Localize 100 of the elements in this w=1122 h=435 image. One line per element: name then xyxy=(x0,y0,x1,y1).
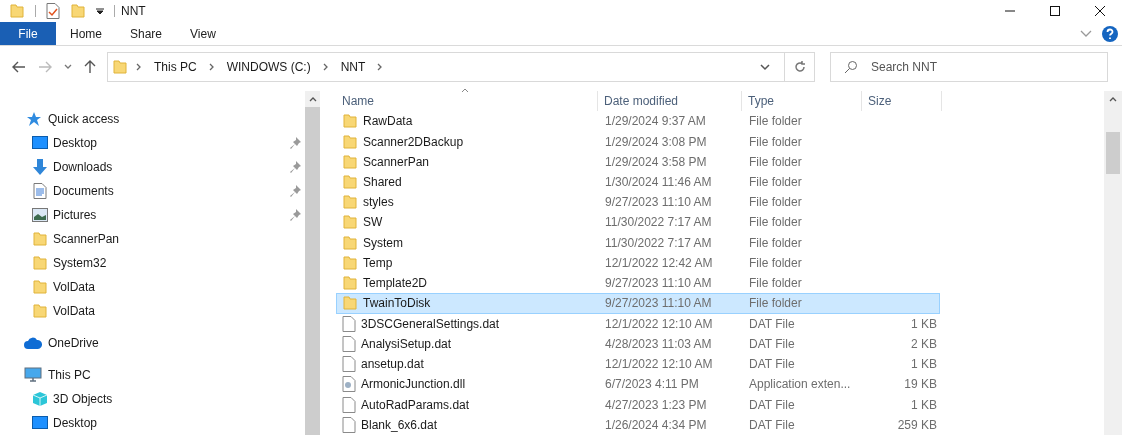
file-row[interactable]: Shared 1/30/2024 11:46 AM File folder xyxy=(336,171,940,193)
chevron-right-icon[interactable] xyxy=(208,63,215,71)
file-row[interactable]: Template2D 9/27/2023 11:10 AM File folder xyxy=(336,273,940,294)
chevron-up-icon[interactable] xyxy=(1109,97,1117,102)
checklist-icon[interactable] xyxy=(46,3,60,19)
pin-icon[interactable] xyxy=(289,161,301,173)
pictures-icon xyxy=(32,208,48,222)
ribbon-tab[interactable]: Home xyxy=(56,22,116,45)
chevron-right-icon[interactable] xyxy=(136,63,142,71)
chevron-up-icon[interactable] xyxy=(308,96,317,102)
date-cell-text: 12/1/2022 12:42 AM xyxy=(604,254,714,272)
date-cell-text: 12/1/2022 12:10 AM xyxy=(604,356,714,374)
folder-icon xyxy=(32,255,48,271)
chevron-down-icon[interactable] xyxy=(64,64,72,70)
date-cell-text: 4/27/2023 1:23 PM xyxy=(604,396,708,414)
type-cell-text: DAT File xyxy=(748,356,796,374)
sidebar-item[interactable]: ScannerPan xyxy=(0,227,305,251)
column-header[interactable]: Name xyxy=(336,91,598,112)
folder-icon xyxy=(32,231,48,247)
file-name: TwainToDisk xyxy=(363,295,431,313)
sidebar-item[interactable]: VolData xyxy=(0,299,305,323)
folder-icon xyxy=(9,3,25,19)
sidebar-item[interactable]: Desktop xyxy=(0,131,305,155)
refresh-icon[interactable] xyxy=(793,61,806,73)
chevron-right-icon[interactable] xyxy=(322,63,329,71)
type-cell-text: Application exten... xyxy=(748,376,852,394)
file-name: Template2D xyxy=(363,275,428,293)
file-row[interactable]: AnalysiSetup.dat 4/28/2023 11:03 AM DAT File 2 KB xyxy=(336,333,940,354)
breadcrumb-link[interactable]: WINDOWS (C:) xyxy=(226,58,311,76)
breadcrumb-link[interactable]: NNT xyxy=(340,58,366,76)
file-row[interactable]: ArmonicJunction.dll 6/7/2023 4:11 PM Application exten... 19 KB xyxy=(336,374,940,395)
column-header[interactable]: Size xyxy=(862,91,942,112)
type-cell-text: File folder xyxy=(748,113,803,131)
folder-icon xyxy=(342,275,358,292)
pin-icon[interactable] xyxy=(289,209,301,221)
ribbon-tab[interactable]: Share xyxy=(116,22,177,45)
sidebar-item[interactable]: OneDrive xyxy=(0,331,305,355)
breadcrumb-link[interactable]: This PC xyxy=(154,58,197,76)
sidebar-item[interactable]: System32 xyxy=(0,251,305,275)
help-icon[interactable] xyxy=(1102,25,1118,42)
scrollbar[interactable] xyxy=(1104,91,1122,435)
chevron-down-icon[interactable] xyxy=(760,63,770,71)
up-arrow-icon[interactable] xyxy=(84,60,96,74)
sidebar-item[interactable]: Pictures xyxy=(0,203,305,227)
file-row[interactable]: styles 9/27/2023 11:10 AM File folder xyxy=(336,192,940,213)
pin-icon[interactable] xyxy=(289,137,301,149)
folder-icon xyxy=(32,279,48,295)
window-title: NNT xyxy=(121,3,146,20)
file-icon xyxy=(342,396,356,413)
folder-icon xyxy=(342,194,358,211)
size-cell-text: 1 KB xyxy=(910,315,937,333)
column-header[interactable]: Type xyxy=(742,91,862,112)
sidebar-item[interactable]: This PC xyxy=(0,363,305,387)
back-arrow-icon[interactable] xyxy=(12,61,26,73)
document-icon xyxy=(33,183,47,199)
search-icon xyxy=(844,60,858,74)
file-row[interactable]: AutoRadParams.dat 4/27/2023 1:23 PM DAT File 1 KB xyxy=(336,394,940,415)
ribbon-tab[interactable]: View xyxy=(176,22,230,45)
maximize-icon[interactable] xyxy=(1049,6,1060,16)
folder-icon xyxy=(342,254,358,271)
file-row[interactable]: 3DSCGeneralSettings.dat 12/1/2022 12:10 AM DAT File 1 KB xyxy=(336,313,940,334)
file-row[interactable]: RawData 1/29/2024 9:37 AM File folder xyxy=(336,111,940,132)
date-cell-text: 9/27/2023 11:10 AM xyxy=(604,295,713,313)
date-cell-text: 1/29/2024 3:08 PM xyxy=(604,133,708,151)
dropdown-icon[interactable] xyxy=(96,7,104,15)
file-row[interactable]: SW 11/30/2022 7:17 AM File folder xyxy=(336,212,940,233)
date-cell-text: 1/29/2024 9:37 AM xyxy=(604,113,707,131)
folder-icon xyxy=(32,303,48,319)
sidebar-item[interactable]: Quick access xyxy=(0,107,305,131)
file-row[interactable]: TwainToDisk 9/27/2023 11:10 AM File folder xyxy=(336,293,940,314)
chevron-right-icon[interactable] xyxy=(377,63,384,71)
file-icon xyxy=(342,315,356,332)
sidebar-item[interactable]: Desktop xyxy=(0,411,305,435)
address-bar[interactable]: This PC WINDOWS (C:) NNT xyxy=(107,52,815,82)
date-cell-text: 4/28/2023 11:03 AM xyxy=(604,335,713,353)
file-menu-button[interactable]: File xyxy=(0,22,56,45)
file-name: Scanner2DBackup xyxy=(363,133,464,151)
type-cell-text: File folder xyxy=(748,153,803,171)
desktop-icon xyxy=(32,416,48,430)
file-row[interactable]: Temp 12/1/2022 12:42 AM File folder xyxy=(336,252,940,274)
file-row[interactable]: ansetup.dat 12/1/2022 12:10 AM DAT File 1 KB xyxy=(336,353,940,375)
type-cell-text: File folder xyxy=(748,275,803,293)
sidebar-item[interactable]: 3D Objects xyxy=(0,387,305,411)
sidebar-item[interactable]: Downloads xyxy=(0,155,305,179)
file-row[interactable]: Scanner2DBackup 1/29/2024 3:08 PM File folder xyxy=(336,131,940,152)
scrollbar[interactable] xyxy=(305,91,320,435)
size-cell-text: 259 KB xyxy=(896,416,937,434)
close-icon[interactable] xyxy=(1094,6,1105,16)
sidebar-item[interactable]: Documents xyxy=(0,179,305,203)
sidebar-item[interactable]: VolData xyxy=(0,275,305,299)
file-row[interactable]: System 11/30/2022 7:17 AM File folder xyxy=(336,232,940,253)
date-cell-text: 6/7/2023 4:11 PM xyxy=(604,376,700,394)
search-field[interactable]: Search NNT xyxy=(830,52,1108,82)
file-row[interactable]: ScannerPan 1/29/2024 3:58 PM File folder xyxy=(336,151,940,172)
date-cell-text: 1/26/2024 4:34 PM xyxy=(604,416,708,434)
scrollbar-thumb[interactable] xyxy=(1106,132,1120,174)
date-cell-text: 1/29/2024 3:58 PM xyxy=(604,153,708,171)
column-header[interactable]: Date modified xyxy=(598,91,742,112)
pin-icon[interactable] xyxy=(289,185,301,197)
file-row[interactable]: Blank_6x6.dat 1/26/2024 4:34 PM DAT File 259 KB xyxy=(336,414,940,435)
